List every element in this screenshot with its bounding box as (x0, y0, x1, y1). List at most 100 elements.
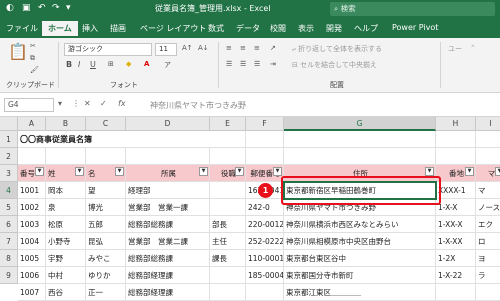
save-icon[interactable]: ▣ (22, 3, 31, 13)
wrap-text-button[interactable]: ⤶ 折り返して全体を表示する (292, 44, 382, 54)
table-cell[interactable]: 東京都江東区＿＿＿＿ (284, 284, 436, 301)
tab-data[interactable]: データ (236, 23, 260, 34)
table-cell[interactable]: 東京都新宿区早稲田鶴巻町 (284, 182, 436, 199)
fill-color-icon[interactable]: ◆ (126, 60, 131, 68)
table-cell[interactable]: 220-0012 (246, 216, 284, 233)
tab-developer[interactable]: 開発 (326, 23, 342, 34)
table-cell[interactable]: 1-2X (436, 250, 476, 267)
table-cell[interactable]: 1003 (18, 216, 46, 233)
table-cell[interactable] (210, 199, 246, 216)
row-header-3[interactable]: 3 (0, 165, 18, 182)
border-icon[interactable]: ⊞ (108, 60, 114, 68)
collapse-ribbon-icon[interactable]: ⌃ (470, 44, 476, 52)
table-cell[interactable]: 泉 (46, 199, 86, 216)
row-header-8[interactable]: 8 (0, 250, 18, 267)
formula-content[interactable]: 神奈川県ヤマト市つきみ野 (150, 100, 246, 111)
font-size-select[interactable]: 11 (155, 43, 177, 56)
column-header-b[interactable]: B (46, 117, 86, 131)
row-header-9[interactable]: 9 (0, 267, 18, 284)
column-header-h[interactable]: H (436, 117, 476, 131)
align-center-icon[interactable]: ☰ (240, 60, 246, 68)
indent-icon[interactable]: ⇥ (270, 60, 276, 68)
tab-help[interactable]: ヘルプ (354, 23, 378, 34)
search-box[interactable]: ⌕ 検索 (330, 2, 495, 16)
align-top-icon[interactable]: ≡ (226, 44, 232, 52)
table-cell[interactable]: ロ (476, 233, 500, 250)
undo-icon[interactable]: ↶ (38, 3, 46, 13)
filter-dropdown-icon[interactable]: ▼ (273, 167, 282, 176)
cell[interactable] (246, 148, 284, 165)
table-header-cell[interactable]: 住所 ▼ (284, 165, 436, 182)
increase-font-icon[interactable]: A↑ (182, 44, 193, 52)
align-left-icon[interactable]: ☰ (226, 60, 232, 68)
cell[interactable] (18, 148, 46, 165)
decrease-font-icon[interactable]: A↓ (198, 44, 209, 52)
table-cell[interactable]: マ (476, 182, 500, 199)
cell[interactable] (46, 148, 86, 165)
table-cell[interactable]: 経理部 (126, 182, 210, 199)
table-cell[interactable]: 五郎 (86, 216, 126, 233)
paste-icon[interactable]: 📋 (8, 42, 28, 61)
cell[interactable] (476, 131, 500, 148)
tab-home[interactable]: ホーム (42, 21, 78, 38)
table-cell[interactable]: 神奈川県相模原市中央区由野台 (284, 233, 436, 250)
table-header-cell[interactable]: 姓 ▼ (46, 165, 86, 182)
row-header-4[interactable]: 4 (0, 182, 18, 199)
underline-button[interactable]: U (90, 60, 96, 69)
tab-formulas[interactable]: 数式 (208, 23, 224, 34)
tab-view[interactable]: 表示 (298, 23, 314, 34)
filter-dropdown-icon[interactable]: ▼ (425, 167, 434, 176)
column-header-d[interactable]: D (126, 117, 210, 131)
table-cell[interactable]: 1006 (18, 267, 46, 284)
table-cell[interactable]: 岡本 (46, 182, 86, 199)
table-cell[interactable]: 総務部経理課 (126, 267, 210, 284)
table-cell[interactable] (246, 284, 284, 301)
copy-icon[interactable]: ⧉ (30, 54, 35, 63)
table-cell[interactable]: ラ (476, 267, 500, 284)
table-cell[interactable]: 主任 (210, 233, 246, 250)
table-cell[interactable] (210, 182, 246, 199)
filter-dropdown-icon[interactable]: ▼ (495, 167, 500, 176)
cell[interactable] (476, 148, 500, 165)
cell[interactable] (436, 148, 476, 165)
orientation-icon[interactable]: ↗ (270, 44, 276, 52)
tab-file[interactable]: ファイル (6, 23, 38, 34)
sheet-title[interactable]: 〇〇商事従業員名簿 (18, 131, 238, 148)
cell[interactable] (210, 131, 246, 148)
table-header-cell[interactable]: 名 ▼ (86, 165, 126, 182)
user-defined-format[interactable]: ユー (448, 44, 462, 54)
table-cell[interactable]: ゆりか (86, 267, 126, 284)
column-header-e[interactable]: E (210, 117, 246, 131)
align-bottom-icon[interactable]: ≡ (254, 44, 260, 52)
tab-page-layout[interactable]: ページ レイアウト (140, 23, 206, 34)
column-header-a[interactable]: A (18, 117, 46, 131)
cut-icon[interactable]: ✂ (30, 42, 36, 50)
table-header-cell[interactable]: 番地 ▼ (436, 165, 476, 182)
table-cell[interactable]: 宇野 (46, 250, 86, 267)
table-cell[interactable]: 185-0004 (246, 267, 284, 284)
phonetic-icon[interactable]: ア (164, 60, 171, 70)
autosave-icon[interactable]: ◐ (6, 3, 14, 13)
table-cell[interactable]: XXXX-1 (436, 182, 476, 199)
cell[interactable] (210, 148, 246, 165)
table-cell[interactable]: 正一 (86, 284, 126, 301)
table-cell[interactable]: ノース (476, 199, 500, 216)
name-box[interactable]: G4 (4, 98, 54, 112)
row-header-1[interactable]: 1 (0, 131, 18, 148)
table-cell[interactable]: 営業部 営業二課 (126, 233, 210, 250)
cell[interactable] (284, 131, 436, 148)
row-header-6[interactable]: 6 (0, 216, 18, 233)
column-header-c[interactable]: C (86, 117, 126, 131)
redo-icon[interactable]: ↷ (52, 3, 60, 13)
italic-button[interactable]: I (78, 60, 80, 69)
table-cell[interactable]: 1002 (18, 199, 46, 216)
cell[interactable] (284, 148, 436, 165)
table-cell[interactable]: 神奈川県横浜市西区みなとみらい (284, 216, 436, 233)
table-cell[interactable]: 1-X-X (436, 199, 476, 216)
tab-power-pivot[interactable]: Power Pivot (392, 23, 438, 32)
table-cell[interactable]: 営業部 営業一課 (126, 199, 210, 216)
table-cell[interactable]: 1-X-XX (436, 233, 476, 250)
bold-button[interactable]: B (66, 60, 72, 69)
table-cell[interactable] (476, 284, 500, 301)
filter-dropdown-icon[interactable]: ▼ (235, 167, 244, 176)
